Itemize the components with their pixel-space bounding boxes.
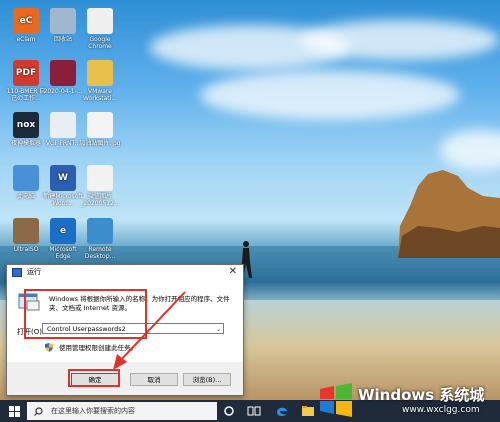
search-icon [34,406,43,416]
desktop-icon-image: eC [13,8,39,34]
desktop-icon-image [50,8,76,34]
desktop-icon-label: VMware Workstati... [82,88,118,102]
watermark-url: www.wxclgg.com [402,405,480,415]
chevron-down-icon[interactable]: ⌄ [216,324,221,335]
desktop-icon-image: W [50,165,76,191]
desktop-icon[interactable]: Remote Desktop... [78,218,122,260]
watermark: Windows 系统城 www.wxclgg.com [318,381,500,422]
edge-icon[interactable] [276,405,288,417]
desktop-icon-image [50,60,76,86]
shield-icon [45,342,53,352]
desktop-icon-image [87,8,113,34]
windows-start-icon[interactable] [9,406,20,417]
desktop-icon[interactable]: 微信图片_20200512... [78,165,122,207]
desktop-icon-image [50,112,76,138]
desktop-icon-image [13,165,39,191]
taskbar-search-box[interactable]: 在这里输入你要搜索的内容 [27,402,217,420]
desktop-icon-image [87,165,113,191]
desktop-icon-label: Remote Desktop... [84,246,116,260]
rock-formation [398,170,500,258]
annotation-arrow [113,291,186,370]
desktop-icon-label: 微信图片_20200512... [80,193,120,207]
desktop-icon-image: PDF [13,60,39,86]
desktop-icon-image [13,218,39,244]
run-icon [12,267,22,277]
task-view-icon[interactable] [247,405,261,417]
dialog-titlebar[interactable]: 运行 ✕ [7,265,243,279]
desktop-icon-label: Google Chrome [88,36,112,50]
desktop-icon-image [87,218,113,244]
dialog-title: 运行 [27,268,41,276]
desktop-icon-image: e [50,218,76,244]
file-explorer-icon[interactable] [301,405,315,417]
desktop-icon-image [87,60,113,86]
windows-logo-icon [320,383,352,417]
desktop-icon-image [87,112,113,138]
search-placeholder: 在这里输入你要搜索的内容 [51,407,135,415]
desktop-icon[interactable]: VMware Workstati... [78,60,122,102]
desktop-icon-label: 加油站图片.jpg [79,140,121,147]
desktop-icon[interactable]: Google Chrome [78,8,122,50]
cortana-icon[interactable] [223,405,235,417]
desktop-icon[interactable]: 加油站图片.jpg [78,112,122,147]
desktop-icon-image: nox [13,112,39,138]
close-icon[interactable]: ✕ [229,266,237,277]
watermark-title: Windows 系统城 [358,386,485,404]
